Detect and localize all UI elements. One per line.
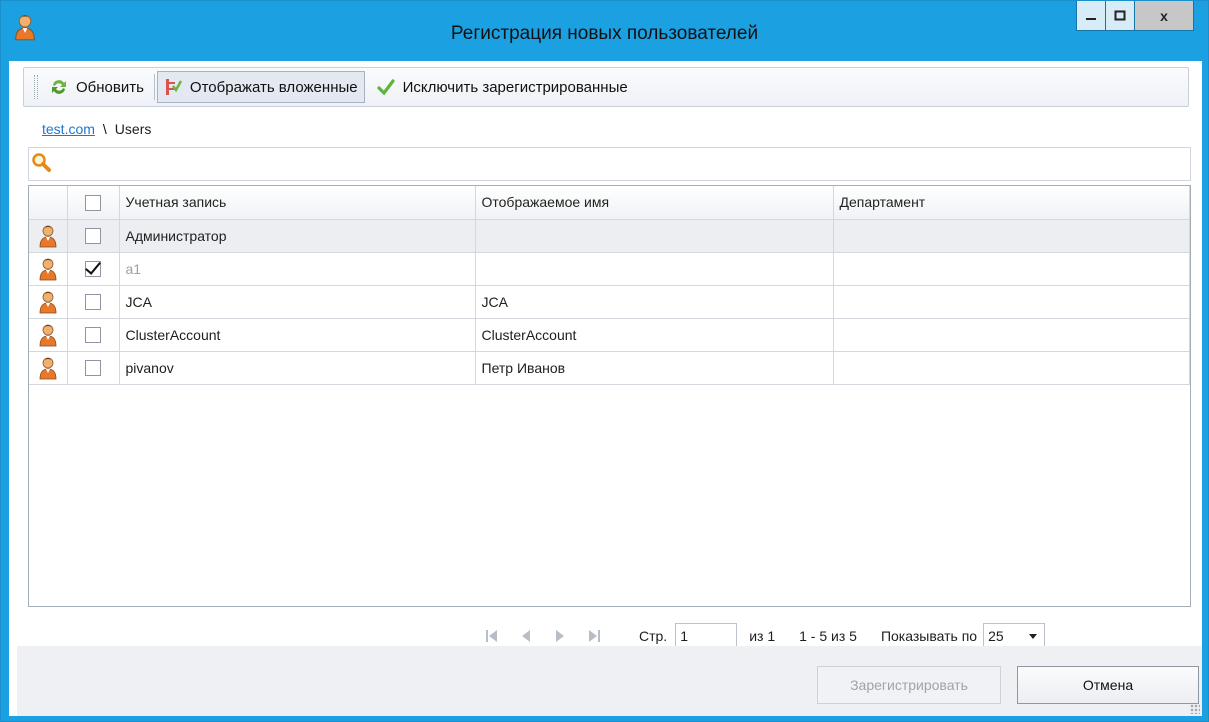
row-icon-cell — [29, 219, 68, 253]
next-page-button[interactable] — [547, 624, 573, 648]
search-input[interactable] — [59, 154, 1179, 174]
user-icon — [39, 258, 57, 280]
header-select-all — [67, 186, 120, 220]
row-checkbox-cell — [67, 318, 120, 352]
maximize-icon — [1114, 10, 1126, 20]
row-checkbox[interactable] — [85, 360, 101, 377]
row-checkbox[interactable] — [85, 228, 101, 245]
breadcrumb-separator: \ — [102, 121, 107, 137]
department-cell — [833, 318, 1190, 352]
dialog-content: Обновить Отображать вложенные Исключить … — [9, 61, 1202, 716]
select-all-checkbox[interactable] — [85, 194, 101, 211]
user-icon — [39, 291, 57, 313]
resize-grip[interactable] — [1190, 704, 1200, 714]
header-display-name[interactable]: Отображаемое имя — [475, 186, 834, 220]
page-size-value: 25 — [988, 628, 1004, 644]
account-cell: JCA — [119, 285, 476, 319]
minimize-button[interactable] — [1076, 1, 1106, 31]
table-row[interactable]: pivanov Петр Иванов — [29, 351, 1190, 385]
breadcrumb-container: Users — [114, 121, 152, 137]
header-icon-column — [29, 186, 68, 220]
chevron-down-icon — [1029, 634, 1038, 639]
minimize-icon — [1086, 17, 1096, 20]
user-icon — [39, 225, 57, 247]
refresh-button[interactable]: Обновить — [44, 71, 150, 103]
toolbar-grip[interactable] — [34, 75, 38, 99]
next-page-icon — [556, 630, 564, 642]
table-body: Администратор a1 JCA JCA ClusterAccount Clust… — [29, 219, 1190, 385]
display-name-cell — [475, 219, 834, 253]
last-page-button[interactable] — [581, 624, 607, 648]
users-table: Учетная запись Отображаемое имя Департам… — [28, 185, 1191, 607]
register-button[interactable]: Зарегистрировать — [817, 666, 1001, 704]
window-controls: x — [1076, 1, 1194, 31]
first-page-button[interactable] — [479, 624, 505, 648]
refresh-icon — [52, 80, 66, 94]
previous-page-icon — [522, 630, 530, 642]
display-name-cell — [475, 252, 834, 286]
table-row[interactable]: a1 — [29, 252, 1190, 286]
toolbar: Обновить Отображать вложенные Исключить … — [23, 67, 1189, 107]
row-checkbox-cell — [67, 351, 120, 385]
hierarchy-icon — [165, 79, 182, 95]
exclude-registered-label: Исключить зарегистрированные — [402, 78, 628, 96]
row-icon-cell — [29, 318, 68, 352]
record-range-label: 1 - 5 из 5 — [799, 628, 857, 644]
exclude-registered-button[interactable]: Исключить зарегистрированные — [371, 71, 634, 103]
close-button[interactable]: x — [1134, 1, 1194, 31]
page-size-label: Показывать по — [880, 628, 978, 644]
user-icon — [39, 324, 57, 346]
checkmark-icon — [377, 79, 395, 96]
row-icon-cell — [29, 351, 68, 385]
row-checkbox-cell — [67, 219, 120, 253]
show-nested-label: Отображать вложенные — [189, 78, 358, 96]
row-checkbox[interactable] — [85, 327, 101, 344]
dialog-footer: Зарегистрировать Отмена — [17, 646, 1202, 716]
toolbar-separator — [153, 74, 155, 100]
row-checkbox[interactable] — [85, 261, 101, 278]
header-account[interactable]: Учетная запись — [119, 186, 476, 220]
last-page-icon — [589, 630, 600, 642]
row-checkbox[interactable] — [85, 294, 101, 311]
display-name-cell: Петр Иванов — [475, 351, 834, 385]
page-count-label: из 1 — [749, 628, 776, 644]
department-cell — [833, 219, 1190, 253]
department-cell — [833, 252, 1190, 286]
department-cell — [833, 285, 1190, 319]
breadcrumb: test.com \ Users — [42, 119, 151, 139]
previous-page-button[interactable] — [513, 624, 539, 648]
show-nested-button[interactable]: Отображать вложенные — [156, 71, 365, 103]
breadcrumb-domain-link[interactable]: test.com — [42, 121, 95, 137]
table-header-row: Учетная запись Отображаемое имя Департам… — [29, 186, 1190, 220]
table-row[interactable]: ClusterAccount ClusterAccount — [29, 318, 1190, 352]
first-page-icon — [486, 630, 497, 642]
header-department[interactable]: Департамент — [833, 186, 1190, 220]
account-cell: a1 — [119, 252, 476, 286]
row-icon-cell — [29, 285, 68, 319]
display-name-cell: JCA — [475, 285, 834, 319]
close-icon: x — [1160, 7, 1168, 24]
refresh-label: Обновить — [76, 78, 144, 96]
maximize-button[interactable] — [1105, 1, 1135, 31]
page-label: Стр. — [639, 628, 668, 644]
user-icon — [39, 357, 57, 379]
table-row[interactable]: JCA JCA — [29, 285, 1190, 319]
dialog-window: Регистрация новых пользователей x Обнови… — [0, 0, 1209, 722]
account-cell: Администратор — [119, 219, 476, 253]
cancel-button[interactable]: Отмена — [1017, 666, 1199, 704]
display-name-cell: ClusterAccount — [475, 318, 834, 352]
account-cell: ClusterAccount — [119, 318, 476, 352]
account-cell: pivanov — [119, 351, 476, 385]
search-icon — [32, 153, 51, 172]
department-cell — [833, 351, 1190, 385]
row-checkbox-cell — [67, 285, 120, 319]
row-checkbox-cell — [67, 252, 120, 286]
title-bar: Регистрация новых пользователей x — [1, 1, 1208, 61]
row-icon-cell — [29, 252, 68, 286]
window-title: Регистрация новых пользователей — [450, 23, 759, 44]
search-box — [28, 147, 1191, 181]
table-row[interactable]: Администратор — [29, 219, 1190, 253]
